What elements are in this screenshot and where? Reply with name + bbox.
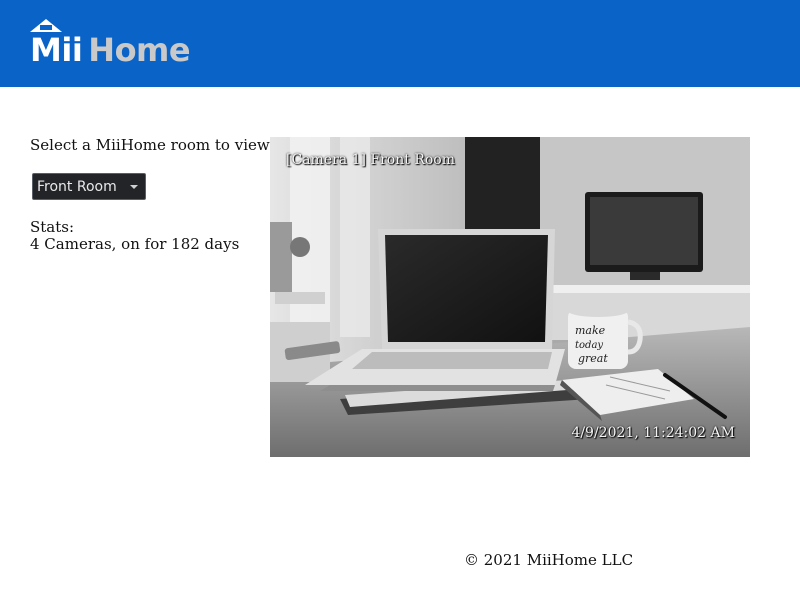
camera-overlay-label: [Camera 1] Front Room	[286, 152, 455, 168]
room-select-prompt: Select a MiiHome room to view:	[30, 136, 275, 154]
logo-home: Home	[88, 31, 191, 69]
app-header: Mii Home	[0, 0, 800, 87]
camera-feed-image: make today great	[270, 137, 750, 457]
svg-text:great: great	[578, 352, 608, 365]
logo-mii: Mii	[30, 31, 83, 69]
stats-label: Stats:	[30, 218, 75, 236]
svg-text:make: make	[575, 324, 606, 337]
room-select-value: Front Room	[37, 179, 117, 195]
room-select-dropdown[interactable]: Front Room	[32, 173, 146, 200]
footer-copyright: © 2021 MiiHome LLC	[464, 551, 634, 569]
miihome-logo[interactable]: Mii Home	[30, 19, 191, 69]
dropdown-arrow-icon	[130, 185, 138, 189]
stats-value: 4 Cameras, on for 182 days	[30, 235, 240, 253]
logo-text: Mii Home	[30, 31, 191, 69]
svg-text:today: today	[575, 340, 603, 351]
house-roof-inner	[40, 25, 52, 30]
camera-feed: make today great [Camera 1] Front Room 4…	[270, 137, 750, 457]
camera-timestamp: 4/9/2021, 11:24:02 AM	[571, 425, 735, 441]
